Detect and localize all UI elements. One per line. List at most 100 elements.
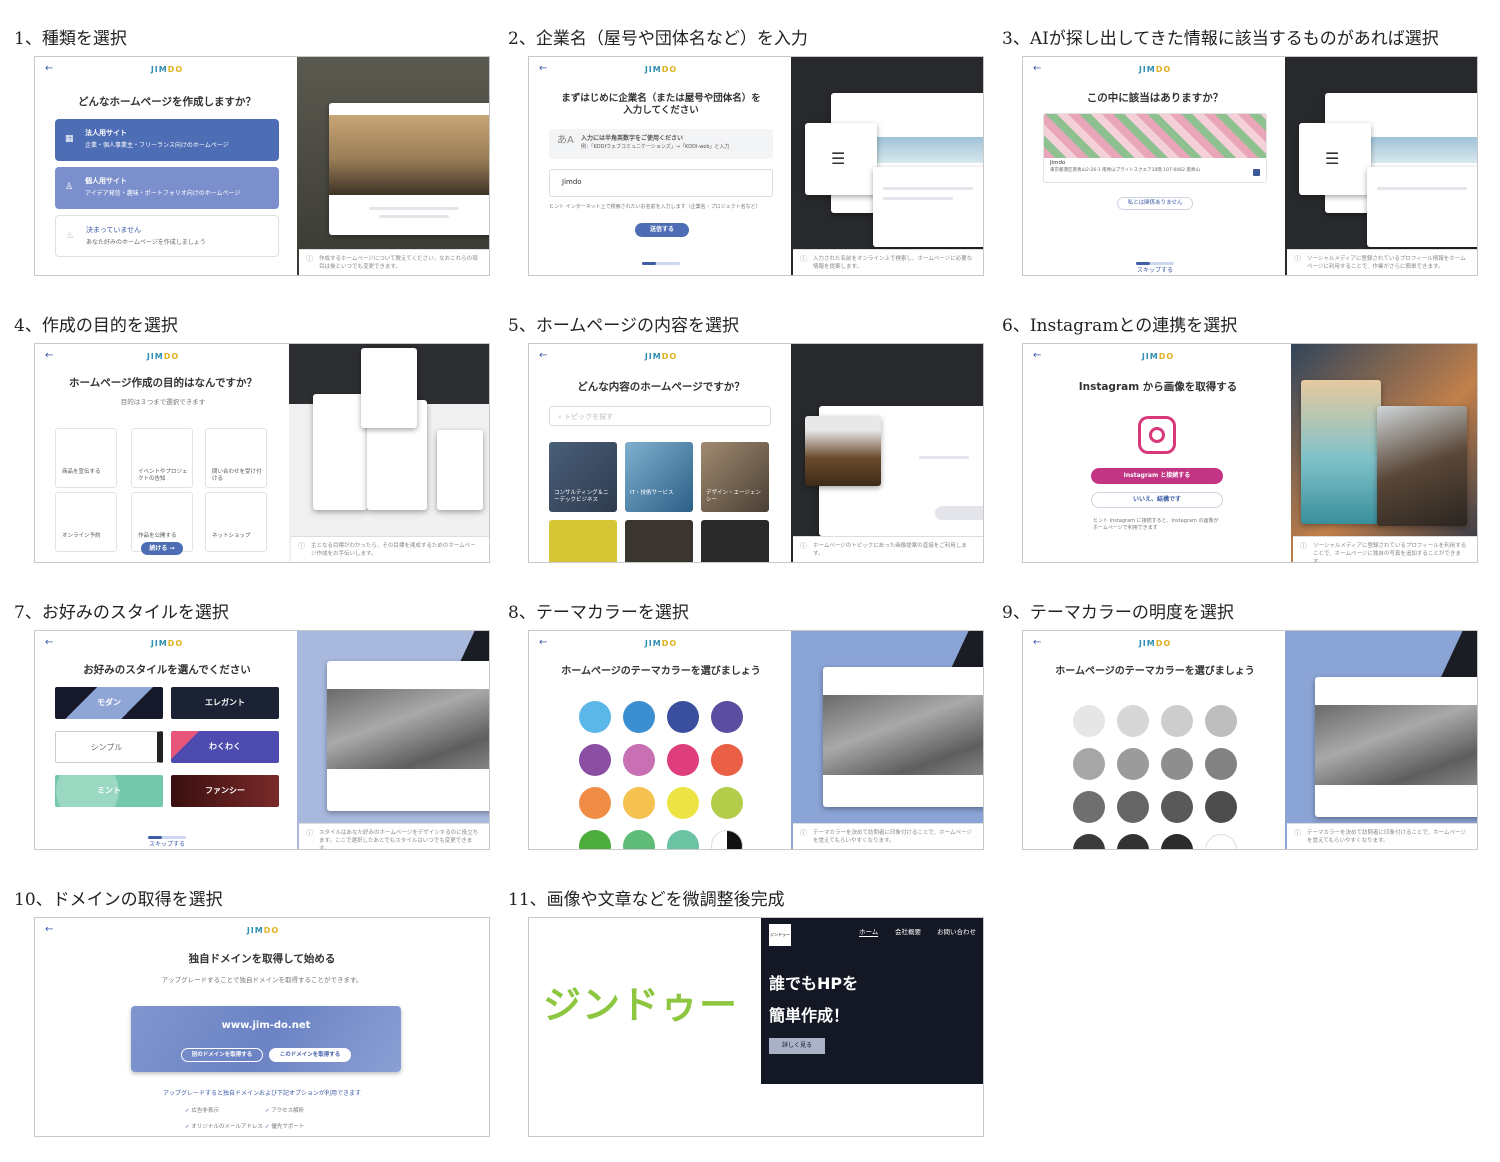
palm-beach-image xyxy=(1301,380,1381,524)
question-title: どんなホームページを作成しますか？ xyxy=(78,96,256,108)
color-swatch[interactable] xyxy=(667,744,699,776)
color-swatch[interactable] xyxy=(623,701,655,733)
option-corporate[interactable]: ▦ 法人用サイト 企業・個人事業主・フリーランス向けのホームページ xyxy=(55,119,279,161)
preview-panel xyxy=(1291,344,1477,562)
other-domain-button[interactable]: 別のドメインを取得する xyxy=(181,1048,263,1062)
input-hint: ヒント インターネット上で検索されたいお名前を入力します（企業名・プロジェクト名… xyxy=(549,204,761,210)
color-swatch[interactable] xyxy=(579,787,611,819)
not-related-button[interactable]: 私とは関係ありません xyxy=(1117,197,1193,210)
color-swatch[interactable] xyxy=(711,787,743,819)
color-swatch[interactable] xyxy=(1073,834,1105,849)
get-domain-button[interactable]: このドメインを取得する xyxy=(269,1048,351,1062)
color-swatch[interactable] xyxy=(1073,705,1105,737)
skip-link[interactable]: スキップする xyxy=(35,839,299,848)
submit-button[interactable]: 送信する xyxy=(635,223,689,237)
tile-promote[interactable]: 商品を宣伝する xyxy=(55,428,117,488)
style-elegant[interactable]: エレガント xyxy=(171,687,279,719)
topic-design[interactable]: デザイン・エージェンシー xyxy=(701,442,769,512)
step-caption: 4、作成の目的を選択 xyxy=(14,316,178,336)
step-caption: 7、お好みのスタイルを選択 xyxy=(14,603,229,623)
topic-it[interactable]: IT・技術サービス xyxy=(625,442,693,512)
color-swatch[interactable]: … xyxy=(1205,834,1237,849)
color-swatch[interactable] xyxy=(1117,748,1149,780)
nav-contact[interactable]: お問い合わせ xyxy=(937,926,976,936)
color-swatch[interactable] xyxy=(579,701,611,733)
topic-yellow[interactable] xyxy=(549,520,617,562)
tile-shop[interactable]: ネットショップ xyxy=(205,492,267,552)
wireframe-card xyxy=(361,348,417,428)
question-title: お好みのスタイルを選んでください xyxy=(83,664,251,676)
step-caption: 6、Instagramとの連携を選択 xyxy=(1002,316,1238,336)
option-personal[interactable]: ♙ 個人用サイト アイデア発信・趣味・ポートフォリオ向けのホームページ xyxy=(55,167,279,209)
screenshot-style: ← JIMDO お好みのスタイルを選んでください モダン エレガント シンプル … xyxy=(34,630,490,850)
color-swatch[interactable] xyxy=(1161,705,1193,737)
decline-button[interactable]: いいえ、結構です xyxy=(1091,492,1223,508)
domain-name: www.jim-do.net xyxy=(221,1020,311,1031)
topic-consulting[interactable]: コンサルティング＆ニーデックビジネス xyxy=(549,442,617,512)
step-5: 5、ホームページの内容を選択 ← JIMDO どんな内容のホームページですか？ … xyxy=(508,315,984,563)
topic-dark[interactable] xyxy=(701,520,769,562)
step-caption: 3、AIが探し出してきた情報に該当するものがあれば選択 xyxy=(1002,29,1439,49)
left-panel: ← JIMDO お好みのスタイルを選んでください モダン エレガント シンプル … xyxy=(35,631,299,849)
color-swatch[interactable] xyxy=(1073,748,1105,780)
color-swatch[interactable] xyxy=(1117,834,1149,849)
color-swatch[interactable] xyxy=(623,830,655,849)
step-8: 8、テーマカラーを選択 ← JIMDO ホームページのテーマカラーを選びましょう… xyxy=(508,602,984,850)
question-subtitle: アップグレードすることで独自ドメインを取得することができます。 xyxy=(161,976,363,984)
style-simple[interactable]: シンプル xyxy=(55,731,163,763)
style-fancy[interactable]: ファンシー xyxy=(171,775,279,807)
preview-card xyxy=(327,661,489,811)
color-swatch[interactable] xyxy=(579,744,611,776)
domain-card: www.jim-do.net 別のドメインを取得する このドメインを取得する xyxy=(131,1006,401,1072)
continue-button[interactable]: 続ける → xyxy=(141,542,183,555)
info-note: 入力された名前をオンライン上で検索し、ホームページに必要な情報を提案します。 xyxy=(793,249,983,275)
search-result-card[interactable]: Jimdo 東京都港区南青山2-26-1 南青山ブライトスクエア10階 107-… xyxy=(1043,113,1267,183)
connect-instagram-button[interactable]: Instagram と接続する xyxy=(1091,468,1223,484)
color-swatch[interactable] xyxy=(711,830,743,849)
left-panel: ← JIMDO ホームページのテーマカラーを選びましょう xyxy=(529,631,793,849)
color-swatch[interactable] xyxy=(667,701,699,733)
skip-link[interactable]: スキップする xyxy=(1023,265,1287,274)
color-swatch[interactable] xyxy=(1205,705,1237,737)
color-swatch[interactable] xyxy=(1161,748,1193,780)
jimdo-logo: JIMDO xyxy=(150,65,184,74)
question-title: Instagram から画像を取得する xyxy=(1078,381,1238,393)
style-exciting[interactable]: わくわく xyxy=(171,731,279,763)
burger-card: ☰ xyxy=(805,123,877,195)
nav-about[interactable]: 会社概要 xyxy=(895,926,921,936)
color-swatch[interactable] xyxy=(623,787,655,819)
color-swatch[interactable] xyxy=(667,830,699,849)
left-panel: ← JIMDO ホームページのテーマカラーを選びましょう … xyxy=(1023,631,1287,849)
tile-event[interactable]: イベントやプロジェクトの告知 xyxy=(131,428,193,488)
color-swatch[interactable] xyxy=(579,830,611,849)
question-title: ホームページのテーマカラーを選びましょう xyxy=(1055,666,1255,677)
question-title: 独自ドメインを取得して始める xyxy=(188,953,336,965)
color-swatch[interactable] xyxy=(1205,791,1237,823)
color-swatch[interactable] xyxy=(711,744,743,776)
color-swatch[interactable] xyxy=(1205,748,1237,780)
step-caption: 9、テーマカラーの明度を選択 xyxy=(1002,603,1234,623)
color-swatch[interactable] xyxy=(1073,791,1105,823)
left-panel: ← JIMDO どんなホームページを作成しますか？ ▦ 法人用サイト 企業・個人事業… xyxy=(35,57,299,275)
color-swatch[interactable] xyxy=(1161,834,1193,849)
color-swatch[interactable] xyxy=(711,701,743,733)
style-modern[interactable]: モダン xyxy=(55,687,163,719)
jimdo-logo: JIMDO xyxy=(246,926,280,935)
topic-interior[interactable] xyxy=(625,520,693,562)
topic-search-input[interactable]: ⌕ トピックを探す xyxy=(549,406,771,426)
cliff-image xyxy=(1315,705,1477,785)
detail-button[interactable]: 詳しく見る xyxy=(769,1038,825,1054)
tile-booking[interactable]: オンライン予約 xyxy=(55,492,117,552)
nav-home[interactable]: ホーム xyxy=(859,926,879,937)
color-swatch[interactable] xyxy=(1161,791,1193,823)
color-swatch[interactable] xyxy=(1117,791,1149,823)
tile-contact[interactable]: 問い合わせを受け付ける xyxy=(205,428,267,488)
color-swatch[interactable] xyxy=(1117,705,1149,737)
color-swatch[interactable] xyxy=(667,787,699,819)
preview-card xyxy=(1315,677,1477,817)
screenshot-topic: ← JIMDO どんな内容のホームページですか？ ⌕ トピックを探す コンサルテ… xyxy=(528,343,984,563)
company-name-input[interactable]: Jimdo xyxy=(549,169,773,197)
style-mint[interactable]: ミント xyxy=(55,775,163,807)
color-swatch[interactable] xyxy=(623,744,655,776)
option-undecided[interactable]: ♨ 決まっていません あなた好みのホームページを作成しましょう xyxy=(55,215,279,257)
